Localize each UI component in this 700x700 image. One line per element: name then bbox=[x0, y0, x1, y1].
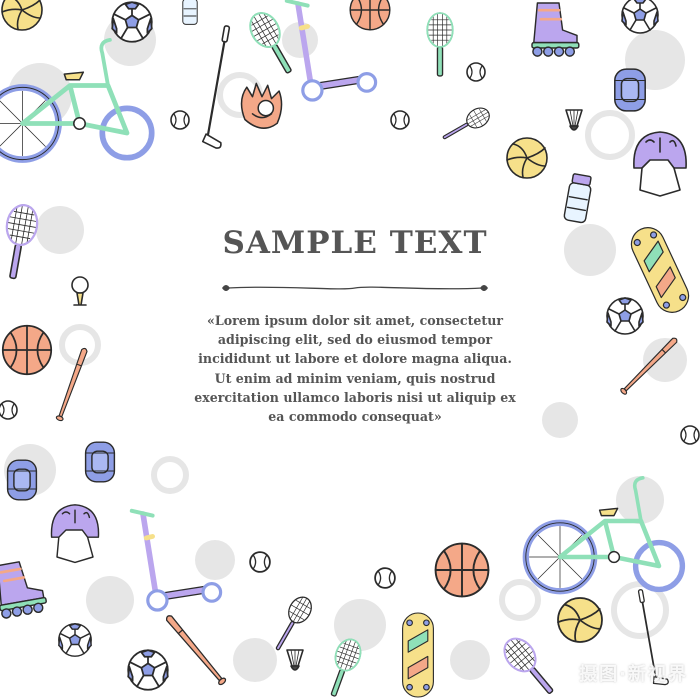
skateboard-icon bbox=[402, 612, 434, 698]
soccer-ball-icon bbox=[58, 623, 92, 657]
text-card: SAMPLE TEXT «Lorem ipsum dolor sit amet,… bbox=[175, 185, 535, 485]
shuttlecock-icon bbox=[286, 649, 304, 671]
golf-club-icon bbox=[201, 25, 231, 149]
helmet-icon bbox=[633, 131, 687, 197]
volleyball-icon bbox=[557, 597, 603, 643]
volleyball-icon bbox=[1, 0, 43, 31]
soccer-ball-icon bbox=[606, 297, 644, 335]
baseball-bat-icon bbox=[55, 347, 88, 422]
tennis-racket-icon bbox=[426, 12, 454, 77]
baseball-bat-icon bbox=[620, 337, 678, 395]
basketball-icon bbox=[1, 324, 53, 376]
badminton-racket-icon bbox=[275, 596, 312, 651]
baseball-icon bbox=[0, 400, 18, 420]
basketball-icon bbox=[434, 542, 490, 598]
water-bottle-icon bbox=[563, 173, 592, 224]
golf-ball-icon bbox=[71, 276, 89, 306]
soccer-ball-icon bbox=[111, 1, 153, 43]
soccer-ball-icon bbox=[621, 0, 659, 34]
badminton-racket-icon bbox=[442, 107, 490, 140]
scooter-icon bbox=[129, 508, 223, 612]
card-title: SAMPLE TEXT bbox=[222, 225, 488, 261]
knee-pad-icon bbox=[84, 441, 116, 483]
watermark-logo: 摄图·新视界 bbox=[579, 664, 688, 685]
tennis-racket-icon bbox=[249, 12, 292, 74]
baseball-icon bbox=[466, 62, 486, 82]
knee-pad-icon bbox=[614, 68, 646, 112]
ornamental-divider bbox=[222, 285, 488, 291]
bicycle-icon bbox=[522, 475, 686, 595]
baseball-icon bbox=[390, 110, 410, 130]
knee-pad-icon bbox=[6, 459, 38, 501]
basketball-icon bbox=[349, 0, 391, 31]
tennis-racket-icon bbox=[5, 204, 39, 280]
water-bottle-icon bbox=[182, 0, 198, 25]
tennis-racket-icon bbox=[330, 638, 362, 697]
tennis-racket-icon bbox=[503, 637, 554, 694]
poster-canvas: SAMPLE TEXT «Lorem ipsum dolor sit amet,… bbox=[0, 0, 700, 700]
baseball-glove-icon bbox=[240, 82, 283, 129]
bicycle-icon bbox=[0, 37, 155, 163]
baseball-icon bbox=[249, 551, 271, 573]
volleyball-icon bbox=[506, 137, 548, 179]
shuttlecock-icon bbox=[565, 109, 583, 131]
helmet-icon bbox=[50, 504, 100, 564]
roller-skate-icon bbox=[0, 561, 47, 619]
card-body-text: «Lorem ipsum dolor sit amet, consectetur… bbox=[194, 313, 516, 425]
baseball-icon bbox=[170, 110, 190, 130]
soccer-ball-icon bbox=[127, 649, 169, 691]
baseball-icon bbox=[680, 425, 700, 445]
baseball-bat-icon bbox=[165, 615, 227, 686]
roller-skate-icon bbox=[531, 2, 580, 57]
baseball-icon bbox=[374, 567, 396, 589]
